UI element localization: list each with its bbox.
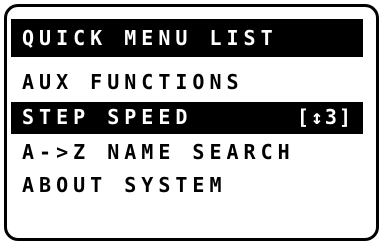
- menu-item-label: ABOUT SYSTEM: [22, 173, 227, 197]
- step-speed-value: [↕3]: [296, 105, 353, 129]
- menu-item-step-speed[interactable]: STEP SPEED [↕3]: [11, 102, 363, 134]
- menu-item-label: STEP SPEED: [22, 105, 193, 129]
- menu-item-label: A->Z NAME SEARCH: [22, 140, 295, 164]
- menu-item-name-search[interactable]: A->Z NAME SEARCH: [11, 137, 363, 169]
- menu-title-bar: QUICK MENU LIST: [11, 19, 363, 57]
- menu-item-about-system[interactable]: ABOUT SYSTEM: [11, 170, 363, 202]
- menu-title: QUICK MENU LIST: [22, 26, 278, 50]
- menu-item-aux-functions[interactable]: AUX FUNCTIONS: [11, 67, 363, 99]
- menu-item-label: AUX FUNCTIONS: [22, 70, 244, 94]
